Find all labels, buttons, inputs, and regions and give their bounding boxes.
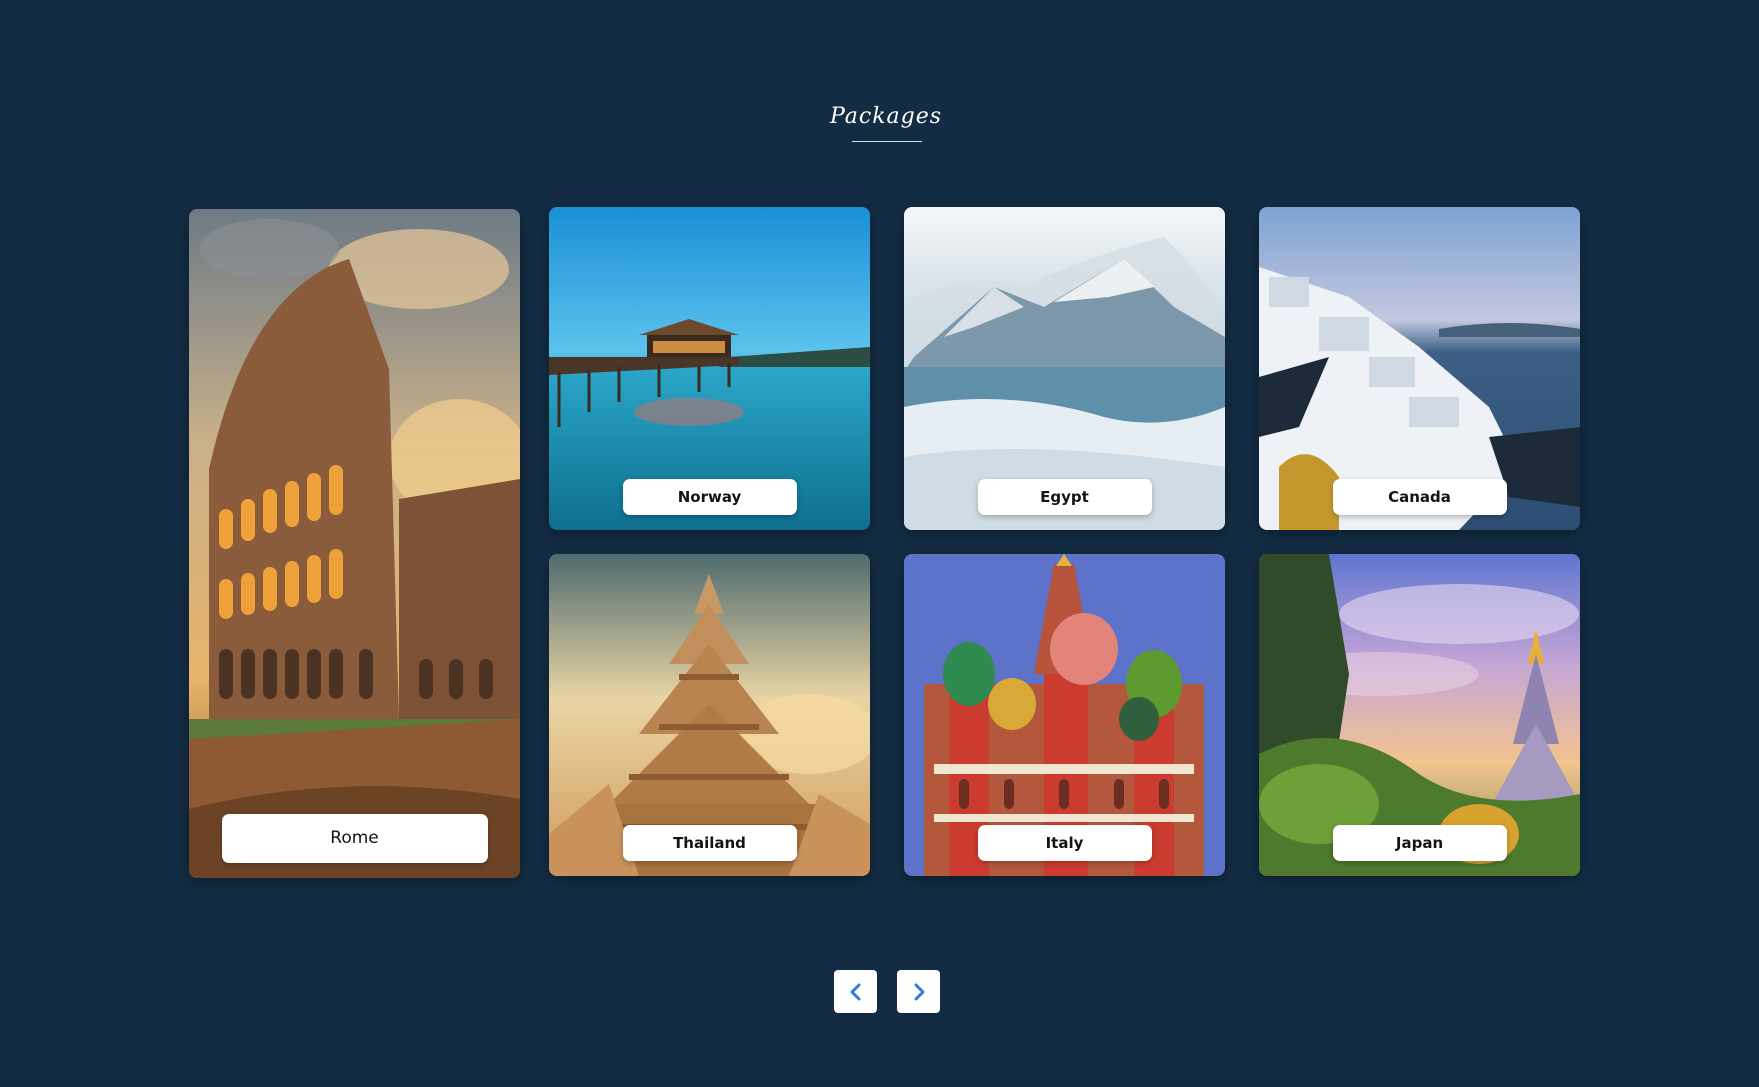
package-card-japan[interactable]: Japan [1259, 554, 1580, 876]
title-underline [852, 141, 922, 142]
section-header: Packages [0, 104, 1759, 129]
section-title: Packages [829, 104, 943, 129]
prev-button[interactable] [834, 970, 877, 1013]
package-label-japan: Japan [1332, 825, 1507, 861]
package-label-egypt: Egypt [977, 479, 1152, 515]
package-label-italy: Italy [977, 825, 1152, 861]
package-label-rome: Rome [221, 814, 488, 863]
package-card-rome[interactable]: Rome [189, 209, 520, 878]
chevron-left-icon [850, 983, 860, 1000]
package-label-norway: Norway [622, 479, 797, 515]
package-card-egypt[interactable]: Egypt [904, 207, 1225, 530]
package-card-norway[interactable]: Norway [549, 207, 870, 530]
package-label-thailand: Thailand [622, 825, 797, 861]
next-button[interactable] [897, 970, 940, 1013]
rome-image [189, 209, 520, 878]
package-card-thailand[interactable]: Thailand [549, 554, 870, 876]
package-label-canada: Canada [1332, 479, 1507, 515]
package-card-canada[interactable]: Canada [1259, 207, 1580, 530]
package-card-italy[interactable]: Italy [904, 554, 1225, 876]
chevron-right-icon [914, 983, 924, 1000]
